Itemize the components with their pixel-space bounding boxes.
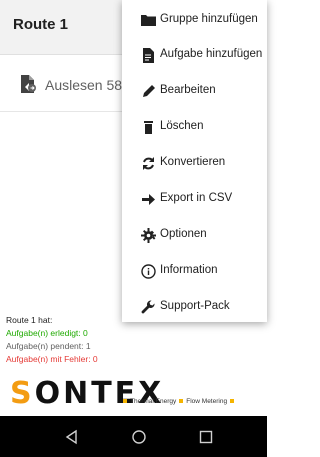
route-summary: Route 1 hat: Aufgabe(n) erledigt: 0 Aufg… xyxy=(6,314,98,366)
sync-icon xyxy=(143,157,154,170)
menu-item-support-pack[interactable]: Support-Pack xyxy=(122,290,267,325)
sontex-logo: SONTEX Thermal Energy Flow Metering xyxy=(10,376,267,411)
pencil-icon xyxy=(143,85,155,97)
list-item-label: Auslesen 581 xyxy=(45,77,130,93)
menu-item-edit[interactable]: Bearbeiten xyxy=(122,74,267,109)
wrench-icon xyxy=(141,300,155,314)
menu-item-label: Support-Pack xyxy=(160,300,230,312)
arrow-right-icon xyxy=(142,194,155,205)
home-icon[interactable] xyxy=(131,429,147,445)
page-title: Route 1 xyxy=(13,16,69,33)
menu-item-convert[interactable]: Konvertieren xyxy=(122,146,267,181)
file-export-icon xyxy=(21,75,36,93)
menu-item-delete[interactable]: Löschen xyxy=(122,110,267,145)
menu-item-export-csv[interactable]: Export in CSV xyxy=(122,182,267,217)
menu-item-label: Optionen xyxy=(160,228,207,240)
logo-tagline: Thermal Energy Flow Metering xyxy=(120,398,237,405)
menu-item-label: Löschen xyxy=(160,120,204,132)
document-icon xyxy=(143,48,154,63)
overflow-menu: Gruppe hinzufügen Aufgabe hinzufügen Bea… xyxy=(122,0,267,322)
menu-item-add-task[interactable]: Aufgabe hinzufügen xyxy=(122,38,267,73)
menu-item-options[interactable]: Optionen xyxy=(122,218,267,253)
summary-errors: Aufgabe(n) mit Fehler: 0 xyxy=(6,354,98,364)
menu-item-label: Konvertieren xyxy=(160,156,226,168)
menu-item-label: Bearbeiten xyxy=(160,84,216,96)
trash-icon xyxy=(144,121,153,134)
system-nav-bar xyxy=(0,416,267,457)
menu-item-information[interactable]: Information xyxy=(122,254,267,289)
folder-icon xyxy=(141,15,156,26)
menu-item-add-group[interactable]: Gruppe hinzufügen xyxy=(122,3,267,38)
logo-wordmark: SONTEX xyxy=(10,376,165,411)
menu-item-label: Export in CSV xyxy=(160,192,233,204)
menu-item-label: Aufgabe hinzufügen xyxy=(160,48,263,60)
summary-heading: Route 1 hat: xyxy=(6,315,53,325)
back-icon[interactable] xyxy=(64,429,80,445)
gear-icon xyxy=(141,228,156,243)
recents-icon[interactable] xyxy=(198,429,214,445)
menu-item-label: Gruppe hinzufügen xyxy=(160,13,258,25)
menu-item-label: Information xyxy=(160,264,218,276)
summary-pending: Aufgabe(n) pendent: 1 xyxy=(6,341,91,351)
info-icon xyxy=(141,264,156,279)
summary-done: Aufgabe(n) erledigt: 0 xyxy=(6,328,88,338)
